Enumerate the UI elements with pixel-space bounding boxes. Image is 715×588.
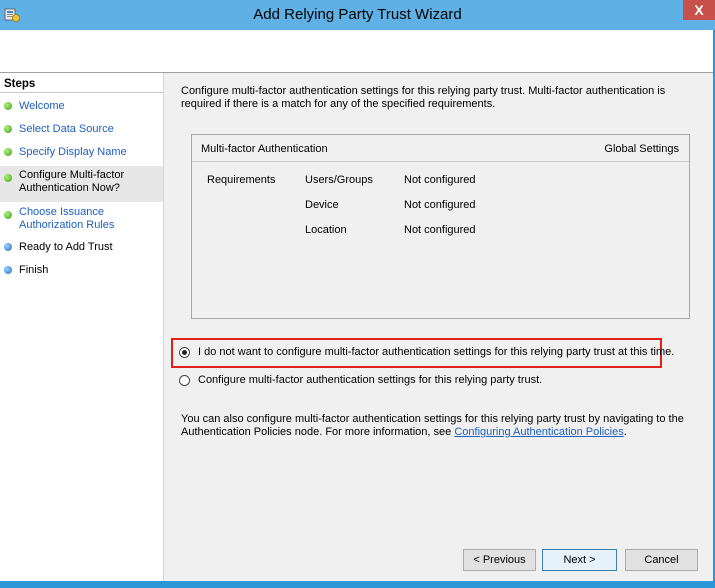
global-settings-label: Global Settings [604, 143, 679, 155]
step-label: Specify Display Name [19, 146, 127, 158]
wizard-window: Add Relying Party Trust Wizard X Steps W… [0, 0, 715, 588]
requirement-value: Not configured [404, 224, 476, 236]
requirement-value: Not configured [404, 174, 476, 186]
step-complete-icon [4, 102, 12, 110]
requirement-name: Users/Groups [305, 174, 373, 186]
step-label: Choose Issuance Authorization Rules [19, 206, 115, 231]
steps-title: Steps [4, 78, 36, 90]
step-configure-mfa[interactable]: Configure Multi-factor Authentication No… [0, 166, 163, 202]
cancel-button[interactable]: Cancel [625, 549, 698, 571]
mfa-table-header: Multi-factor Authentication [201, 143, 328, 155]
requirements-label: Requirements [207, 174, 276, 186]
step-select-data-source[interactable]: Select Data Source [0, 121, 163, 137]
option-skip-mfa[interactable]: I do not want to configure multi-factor … [179, 345, 674, 363]
page-description: Configure multi-factor authentication se… [181, 85, 666, 110]
step-welcome[interactable]: Welcome [0, 98, 163, 114]
step-complete-icon [4, 125, 12, 133]
window-bottom-border [0, 581, 715, 588]
previous-button[interactable]: < Previous [463, 549, 536, 571]
radio-checked-icon[interactable] [179, 347, 190, 358]
step-pending-icon [4, 266, 12, 274]
info-suffix: . [623, 426, 627, 438]
option-configure-mfa[interactable]: Configure multi-factor authentication se… [179, 373, 579, 391]
step-pending-icon [4, 243, 12, 251]
option-label: Configure multi-factor authentication se… [198, 374, 543, 386]
title-bar[interactable]: Add Relying Party Trust Wizard X [0, 0, 715, 30]
next-button[interactable]: Next > [542, 549, 617, 571]
info-text: You can also configure multi-factor auth… [181, 413, 701, 439]
step-label: Finish [19, 264, 49, 276]
step-specify-display-name[interactable]: Specify Display Name [0, 144, 163, 160]
wizard-content: Steps Welcome Select Data Source Specify… [0, 73, 713, 581]
step-complete-icon [4, 148, 12, 156]
step-complete-icon [4, 211, 12, 219]
requirement-name: Location [305, 224, 347, 236]
step-label: Configure Multi-factor Authentication No… [19, 169, 125, 194]
step-finish: Finish [0, 262, 163, 278]
step-choose-issuance-rules[interactable]: Choose Issuance Authorization Rules [0, 203, 163, 233]
step-current-icon [4, 174, 12, 182]
mfa-settings-table: Multi-factor Authentication Global Setti… [191, 134, 690, 319]
close-button[interactable]: X [683, 0, 715, 20]
main-panel: Configure multi-factor authentication se… [171, 73, 711, 581]
step-ready-to-add-trust: Ready to Add Trust [0, 239, 163, 255]
requirement-value: Not configured [404, 199, 476, 211]
option-label: I do not want to configure multi-factor … [198, 346, 675, 358]
steps-divider [0, 92, 163, 93]
steps-panel: Steps Welcome Select Data Source Specify… [0, 73, 164, 581]
step-label: Select Data Source [19, 123, 114, 135]
step-label: Ready to Add Trust [19, 241, 113, 253]
requirement-name: Device [305, 199, 339, 211]
wizard-header [0, 30, 713, 72]
step-label: Welcome [19, 100, 65, 112]
window-title: Add Relying Party Trust Wizard [253, 6, 462, 23]
close-icon: X [694, 2, 704, 18]
radio-unchecked-icon[interactable] [179, 375, 190, 386]
mfa-table-divider [192, 161, 689, 162]
auth-policies-link[interactable]: Configuring Authentication Policies [454, 426, 623, 438]
